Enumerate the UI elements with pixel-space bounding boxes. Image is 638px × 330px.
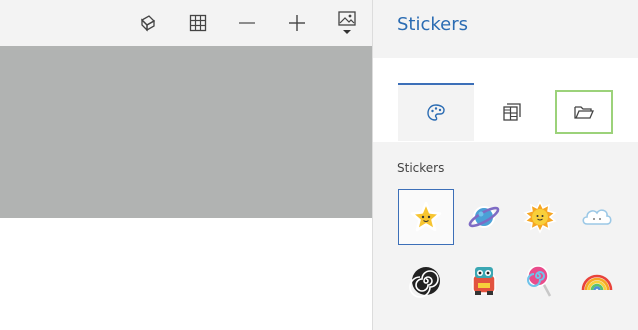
lollipop-icon [527,265,552,297]
sticker-rainbow[interactable] [569,253,625,309]
folder-open-icon [574,106,594,119]
app-root: Stickers Stickers [0,0,638,330]
sticker-tabs [373,58,638,142]
sticker-planet[interactable] [456,189,512,245]
star-icon [410,201,442,232]
rainbow-icon [581,274,613,291]
3d-shape-icon[interactable] [133,8,163,38]
stickers-panel: Stickers Stickers [372,0,638,330]
zoom-out-icon[interactable] [232,8,262,38]
sticker-lollipop[interactable] [512,253,568,309]
canvas-background[interactable] [0,46,372,218]
tab-textures[interactable] [474,83,550,141]
sticker-monster[interactable] [456,253,512,309]
planet-icon [468,206,500,228]
canvas-area[interactable] [0,218,372,330]
zoom-in-icon[interactable] [282,8,312,38]
palette-icon [427,104,445,121]
panel-title: Stickers [397,14,469,35]
tab-folder[interactable] [555,90,613,134]
top-toolbar [0,0,372,46]
sun-icon [523,200,557,234]
spiral-icon [409,267,440,298]
cloud-icon [582,209,612,225]
section-label: Stickers [397,161,445,175]
sticker-cloud[interactable] [569,189,625,245]
grid-icon[interactable] [183,8,213,38]
tab-stickers[interactable] [398,83,474,141]
monster-icon [472,267,496,295]
texture-icon [503,103,521,121]
image-dropdown-icon[interactable] [332,8,362,38]
sticker-sun[interactable] [512,189,568,245]
sticker-spiral[interactable] [398,253,454,309]
sticker-star[interactable] [398,189,454,245]
